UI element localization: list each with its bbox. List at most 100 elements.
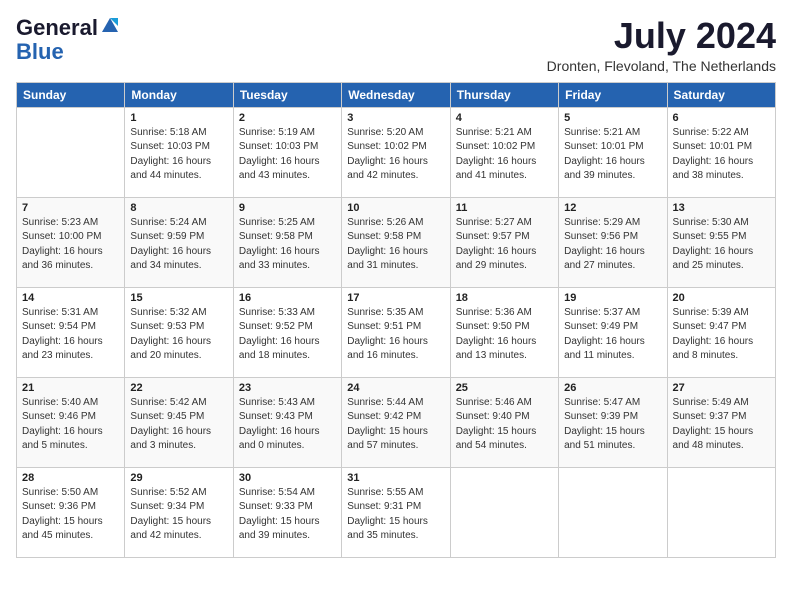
day-number: 30	[239, 472, 336, 484]
day-number: 15	[130, 292, 227, 304]
calendar-cell: 19Sunrise: 5:37 AM Sunset: 9:49 PM Dayli…	[559, 287, 667, 377]
calendar-cell	[450, 467, 558, 557]
day-number: 4	[456, 112, 553, 124]
day-info: Sunrise: 5:52 AM Sunset: 9:34 PM Dayligh…	[130, 486, 227, 544]
day-number: 27	[673, 382, 770, 394]
day-number: 16	[239, 292, 336, 304]
day-number: 1	[130, 112, 227, 124]
calendar-cell: 10Sunrise: 5:26 AM Sunset: 9:58 PM Dayli…	[342, 197, 450, 287]
weekday-header: Monday	[125, 82, 233, 107]
day-info: Sunrise: 5:19 AM Sunset: 10:03 PM Daylig…	[239, 126, 336, 184]
day-number: 3	[347, 112, 444, 124]
page-header: General Blue July 2024 Dronten, Flevolan…	[16, 16, 776, 74]
calendar-cell: 26 Sunrise: 5:47 AM Sunset: 9:39 PM Dayli…	[559, 377, 667, 467]
day-info: Sunrise: 5:21 AM Sunset: 10:02 PM Daylig…	[456, 126, 553, 184]
day-info: Sunrise: 5:29 AM Sunset: 9:56 PM Dayligh…	[564, 216, 661, 274]
day-info: Sunrise: 5:46 AM Sunset: 9:40 PM Dayligh…	[456, 396, 553, 454]
day-number: 26	[564, 382, 661, 394]
logo-blue-text: Blue	[16, 40, 120, 64]
calendar-table: SundayMondayTuesdayWednesdayThursdayFrid…	[16, 82, 776, 558]
day-number: 12	[564, 202, 661, 214]
calendar-cell: 24 Sunrise: 5:44 AM Sunset: 9:42 PM Dayli…	[342, 377, 450, 467]
day-number: 14	[22, 292, 119, 304]
calendar-cell: 11 Sunrise: 5:27 AM Sunset: 9:57 PM Dayli…	[450, 197, 558, 287]
calendar-cell: 30 Sunrise: 5:54 AM Sunset: 9:33 PM Dayli…	[233, 467, 341, 557]
calendar-cell: 31Sunrise: 5:55 AM Sunset: 9:31 PM Dayli…	[342, 467, 450, 557]
header-right: July 2024 Dronten, Flevoland, The Nether…	[547, 16, 776, 74]
day-info: Sunrise: 5:21 AM Sunset: 10:01 PM Daylig…	[564, 126, 661, 184]
day-info: Sunrise: 5:27 AM Sunset: 9:57 PM Dayligh…	[456, 216, 553, 274]
day-info: Sunrise: 5:25 AM Sunset: 9:58 PM Dayligh…	[239, 216, 336, 274]
day-info: Sunrise: 5:40 AM Sunset: 9:46 PM Dayligh…	[22, 396, 119, 454]
day-number: 9	[239, 202, 336, 214]
calendar-cell: 9 Sunrise: 5:25 AM Sunset: 9:58 PM Daylig…	[233, 197, 341, 287]
day-number: 25	[456, 382, 553, 394]
calendar-cell: 23Sunrise: 5:43 AM Sunset: 9:43 PM Dayli…	[233, 377, 341, 467]
day-info: Sunrise: 5:24 AM Sunset: 9:59 PM Dayligh…	[130, 216, 227, 274]
day-number: 5	[564, 112, 661, 124]
calendar-cell: 28 Sunrise: 5:50 AM Sunset: 9:36 PM Dayli…	[17, 467, 125, 557]
logo-icon	[100, 16, 120, 36]
day-info: Sunrise: 5:37 AM Sunset: 9:49 PM Dayligh…	[564, 306, 661, 364]
day-number: 20	[673, 292, 770, 304]
day-number: 2	[239, 112, 336, 124]
day-number: 7	[22, 202, 119, 214]
day-info: Sunrise: 5:50 AM Sunset: 9:36 PM Dayligh…	[22, 486, 119, 544]
day-number: 21	[22, 382, 119, 394]
day-number: 18	[456, 292, 553, 304]
calendar-cell: 18 Sunrise: 5:36 AM Sunset: 9:50 PM Dayli…	[450, 287, 558, 377]
day-info: Sunrise: 5:23 AM Sunset: 10:00 PM Daylig…	[22, 216, 119, 274]
day-number: 29	[130, 472, 227, 484]
day-number: 11	[456, 202, 553, 214]
day-info: Sunrise: 5:33 AM Sunset: 9:52 PM Dayligh…	[239, 306, 336, 364]
day-info: Sunrise: 5:26 AM Sunset: 9:58 PM Dayligh…	[347, 216, 444, 274]
calendar-cell: 3Sunrise: 5:20 AM Sunset: 10:02 PM Dayli…	[342, 107, 450, 197]
day-info: Sunrise: 5:49 AM Sunset: 9:37 PM Dayligh…	[673, 396, 770, 454]
calendar-week-row: 14Sunrise: 5:31 AM Sunset: 9:54 PM Dayli…	[17, 287, 776, 377]
calendar-cell: 5 Sunrise: 5:21 AM Sunset: 10:01 PM Dayli…	[559, 107, 667, 197]
calendar-cell: 22 Sunrise: 5:42 AM Sunset: 9:45 PM Dayli…	[125, 377, 233, 467]
day-info: Sunrise: 5:42 AM Sunset: 9:45 PM Dayligh…	[130, 396, 227, 454]
calendar-cell: 17Sunrise: 5:35 AM Sunset: 9:51 PM Dayli…	[342, 287, 450, 377]
day-info: Sunrise: 5:54 AM Sunset: 9:33 PM Dayligh…	[239, 486, 336, 544]
calendar-cell: 16 Sunrise: 5:33 AM Sunset: 9:52 PM Dayli…	[233, 287, 341, 377]
day-number: 23	[239, 382, 336, 394]
day-info: Sunrise: 5:55 AM Sunset: 9:31 PM Dayligh…	[347, 486, 444, 544]
calendar-cell: 6 Sunrise: 5:22 AM Sunset: 10:01 PM Dayli…	[667, 107, 775, 197]
calendar-cell: 25 Sunrise: 5:46 AM Sunset: 9:40 PM Dayli…	[450, 377, 558, 467]
day-info: Sunrise: 5:30 AM Sunset: 9:55 PM Dayligh…	[673, 216, 770, 274]
calendar-cell: 14Sunrise: 5:31 AM Sunset: 9:54 PM Dayli…	[17, 287, 125, 377]
calendar-cell: 13 Sunrise: 5:30 AM Sunset: 9:55 PM Dayli…	[667, 197, 775, 287]
day-number: 28	[22, 472, 119, 484]
day-info: Sunrise: 5:47 AM Sunset: 9:39 PM Dayligh…	[564, 396, 661, 454]
day-info: Sunrise: 5:32 AM Sunset: 9:53 PM Dayligh…	[130, 306, 227, 364]
day-info: Sunrise: 5:22 AM Sunset: 10:01 PM Daylig…	[673, 126, 770, 184]
calendar-week-row: 1 Sunrise: 5:18 AM Sunset: 10:03 PM Dayli…	[17, 107, 776, 197]
day-number: 13	[673, 202, 770, 214]
day-number: 22	[130, 382, 227, 394]
month-title: July 2024	[547, 16, 776, 56]
day-info: Sunrise: 5:18 AM Sunset: 10:03 PM Daylig…	[130, 126, 227, 184]
calendar-cell	[559, 467, 667, 557]
calendar-cell: 20Sunrise: 5:39 AM Sunset: 9:47 PM Dayli…	[667, 287, 775, 377]
calendar-cell	[17, 107, 125, 197]
calendar-week-row: 21 Sunrise: 5:40 AM Sunset: 9:46 PM Dayli…	[17, 377, 776, 467]
day-info: Sunrise: 5:44 AM Sunset: 9:42 PM Dayligh…	[347, 396, 444, 454]
weekday-header: Thursday	[450, 82, 558, 107]
calendar-body: 1 Sunrise: 5:18 AM Sunset: 10:03 PM Dayli…	[17, 107, 776, 557]
calendar-cell: 29 Sunrise: 5:52 AM Sunset: 9:34 PM Dayli…	[125, 467, 233, 557]
day-info: Sunrise: 5:36 AM Sunset: 9:50 PM Dayligh…	[456, 306, 553, 364]
day-number: 24	[347, 382, 444, 394]
weekday-header: Tuesday	[233, 82, 341, 107]
calendar-cell: 4 Sunrise: 5:21 AM Sunset: 10:02 PM Dayli…	[450, 107, 558, 197]
calendar-cell: 12 Sunrise: 5:29 AM Sunset: 9:56 PM Dayli…	[559, 197, 667, 287]
day-number: 17	[347, 292, 444, 304]
calendar-cell: 7 Sunrise: 5:23 AM Sunset: 10:00 PM Dayli…	[17, 197, 125, 287]
day-number: 8	[130, 202, 227, 214]
weekday-header: Saturday	[667, 82, 775, 107]
calendar-week-row: 28 Sunrise: 5:50 AM Sunset: 9:36 PM Dayli…	[17, 467, 776, 557]
calendar-cell	[667, 467, 775, 557]
weekday-header: Friday	[559, 82, 667, 107]
calendar-cell: 15 Sunrise: 5:32 AM Sunset: 9:53 PM Dayli…	[125, 287, 233, 377]
day-number: 6	[673, 112, 770, 124]
